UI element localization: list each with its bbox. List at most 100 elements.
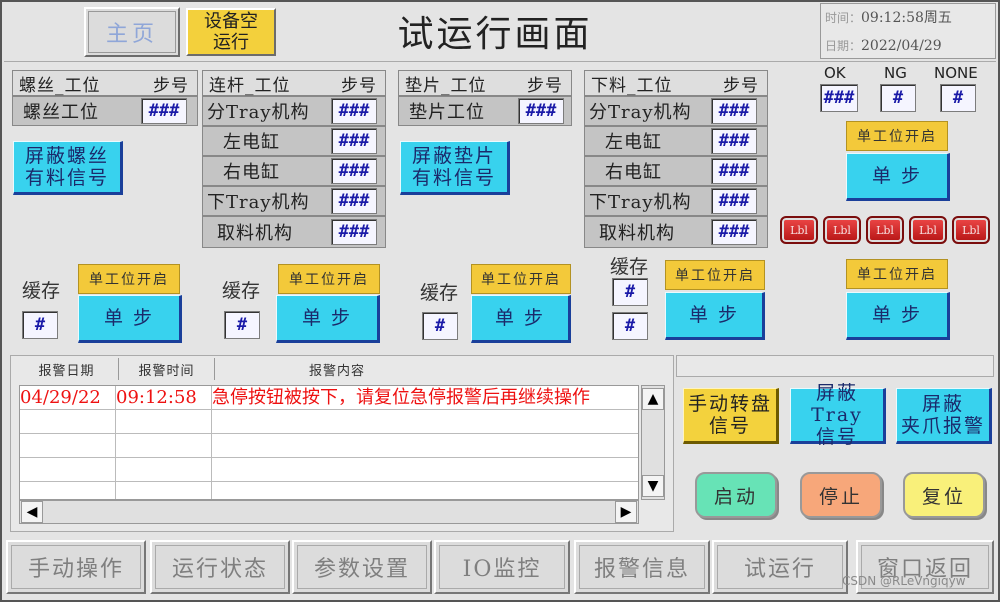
- alarm-row-content: 急停按钮被按下，请复位急停报警后再继续操作: [212, 387, 590, 408]
- washer-station-row-label: 垫片工位: [409, 102, 485, 123]
- link-row-3-value[interactable]: ###: [331, 158, 377, 184]
- alarm-row-time: [116, 482, 212, 499]
- header-divider: [4, 61, 996, 62]
- shield-tray-signal-button[interactable]: 屏蔽Tray 信号: [790, 382, 886, 448]
- cache-value-1[interactable]: #: [22, 311, 58, 339]
- single-step-button-3[interactable]: 单 步: [471, 295, 571, 343]
- single-step-button-2[interactable]: 单 步: [276, 295, 380, 343]
- single-step-button-4[interactable]: 单 步: [665, 292, 765, 340]
- unload-row-3-label: 右电缸: [605, 162, 662, 183]
- none-label: NONE: [934, 64, 978, 82]
- unload-station-header: 下料_工位 步号: [584, 70, 768, 96]
- alarm-row-time: 09:12:58: [116, 386, 212, 410]
- reset-button[interactable]: 复位: [903, 472, 985, 518]
- link-station-header: 连杆_工位 步号: [202, 70, 386, 96]
- shield-washer-signal-button[interactable]: 屏蔽垫片 有料信号: [400, 141, 510, 195]
- nav-run-status[interactable]: 运行状态: [150, 540, 290, 594]
- single-station-tag-3[interactable]: 单工位开启: [471, 264, 571, 294]
- cache-label-3: 缓存: [420, 282, 459, 304]
- washer-station-header: 垫片_工位 步号: [398, 70, 572, 96]
- none-count[interactable]: #: [940, 84, 976, 112]
- link-row-2-value[interactable]: ###: [331, 128, 377, 154]
- link-row-5-value[interactable]: ###: [331, 219, 377, 245]
- alarm-row[interactable]: [20, 458, 638, 482]
- single-station-tag-1[interactable]: 单工位开启: [78, 264, 180, 294]
- link-row-2-label: 左电缸: [223, 132, 280, 153]
- watermark-text: CSDN @RLeVngiqyw: [842, 574, 966, 588]
- unload-row-4-label: 下Tray机构: [589, 192, 692, 213]
- alarm-row[interactable]: 04/29/22 09:12:58 急停按钮被按下，请复位急停报警后再继续操作: [20, 386, 638, 410]
- time-value: 09:12:58周五: [861, 10, 952, 26]
- home-button[interactable]: 主页: [84, 7, 180, 57]
- cache-value-4b[interactable]: #: [612, 312, 648, 340]
- cache-value-3[interactable]: #: [422, 312, 458, 340]
- cache-label-2: 缓存: [222, 280, 261, 302]
- link-station-title: 连杆_工位: [209, 75, 291, 96]
- alarm-row-time: [116, 458, 212, 482]
- scroll-right-icon[interactable]: ▶: [615, 501, 637, 523]
- scroll-down-icon[interactable]: ▼: [642, 475, 664, 497]
- lbl-indicator-2[interactable]: Lbl: [823, 216, 861, 244]
- scroll-up-icon[interactable]: ▲: [642, 388, 664, 410]
- unload-row-3-value[interactable]: ###: [711, 158, 757, 184]
- alarm-row-date: [20, 410, 116, 434]
- alarm-row-date: [20, 458, 116, 482]
- screw-station-header: 螺丝_工位 步号: [12, 70, 198, 96]
- cache-value-2[interactable]: #: [224, 311, 260, 339]
- single-station-tag-right-top[interactable]: 单工位开启: [846, 121, 948, 151]
- date-label: 日期：: [825, 39, 862, 53]
- link-row-4-value[interactable]: ###: [331, 188, 377, 214]
- datetime-display: 时间：09:12:58周五 日期：2022/04/29: [820, 3, 996, 59]
- link-step-label: 步号: [341, 75, 377, 96]
- single-step-button-right-bottom[interactable]: 单 步: [846, 292, 950, 340]
- single-station-tag-right-bottom[interactable]: 单工位开启: [846, 259, 948, 289]
- alarm-horizontal-scrollbar[interactable]: ◀ ▶: [19, 500, 639, 524]
- alarm-col-date: 报警日期: [15, 358, 119, 380]
- alarm-table[interactable]: 04/29/22 09:12:58 急停按钮被按下，请复位急停报警后再继续操作: [19, 385, 639, 500]
- ng-count[interactable]: #: [880, 84, 916, 112]
- alarm-row[interactable]: [20, 434, 638, 458]
- nav-alarm-info[interactable]: 报警信息: [574, 540, 710, 594]
- alarm-col-time: 报警时间: [119, 358, 215, 380]
- link-row-1-label: 分Tray机构: [207, 102, 310, 123]
- nav-parameter-settings[interactable]: 参数设置: [292, 540, 432, 594]
- unload-row-5-value[interactable]: ###: [711, 219, 757, 245]
- cache-value-4a[interactable]: #: [612, 278, 648, 306]
- alarm-row[interactable]: [20, 482, 638, 499]
- nav-trial-run[interactable]: 试运行: [712, 540, 848, 594]
- unload-station-title: 下料_工位: [591, 75, 673, 96]
- alarm-row-date: 04/29/22: [20, 386, 116, 410]
- lbl-indicator-5[interactable]: Lbl: [952, 216, 990, 244]
- manual-turntable-signal-button[interactable]: 手动转盘 信号: [683, 388, 779, 444]
- unload-row-2-value[interactable]: ###: [711, 128, 757, 154]
- nav-manual-operation[interactable]: 手动操作: [6, 540, 146, 594]
- cache-label-4: 缓存: [610, 256, 649, 278]
- single-station-tag-2[interactable]: 单工位开启: [278, 264, 380, 294]
- nav-io-monitor[interactable]: IO监控: [434, 540, 570, 594]
- ok-count[interactable]: ###: [820, 84, 858, 112]
- unload-row-4-value[interactable]: ###: [711, 188, 757, 214]
- scroll-left-icon[interactable]: ◀: [21, 501, 43, 523]
- washer-step-value[interactable]: ###: [518, 98, 564, 124]
- alarm-side-header: [676, 355, 994, 377]
- single-step-button-1[interactable]: 单 步: [78, 295, 182, 343]
- link-row-4-label: 下Tray机构: [207, 192, 310, 213]
- lbl-indicator-3[interactable]: Lbl: [866, 216, 904, 244]
- link-row-1-value[interactable]: ###: [331, 98, 377, 124]
- single-station-tag-4[interactable]: 单工位开启: [665, 260, 765, 290]
- lbl-indicator-4[interactable]: Lbl: [909, 216, 947, 244]
- alarm-vertical-scrollbar[interactable]: ▲ ▼: [641, 385, 665, 500]
- single-step-button-right-top[interactable]: 单 步: [846, 153, 950, 201]
- shield-claw-alarm-button[interactable]: 屏蔽 夹爪报警: [896, 388, 992, 444]
- screw-step-value[interactable]: ###: [141, 98, 187, 124]
- start-button[interactable]: 启动: [695, 472, 777, 518]
- alarm-row[interactable]: [20, 410, 638, 434]
- alarm-row-date: [20, 434, 116, 458]
- unload-row-1-value[interactable]: ###: [711, 98, 757, 124]
- lbl-indicator-1[interactable]: Lbl: [780, 216, 818, 244]
- unload-row-1-label: 分Tray机构: [589, 102, 692, 123]
- empty-run-button[interactable]: 设备空 运行: [186, 8, 276, 56]
- link-row-3-label: 右电缸: [223, 162, 280, 183]
- stop-button[interactable]: 停止: [800, 472, 882, 518]
- shield-screw-signal-button[interactable]: 屏蔽螺丝 有料信号: [13, 141, 123, 195]
